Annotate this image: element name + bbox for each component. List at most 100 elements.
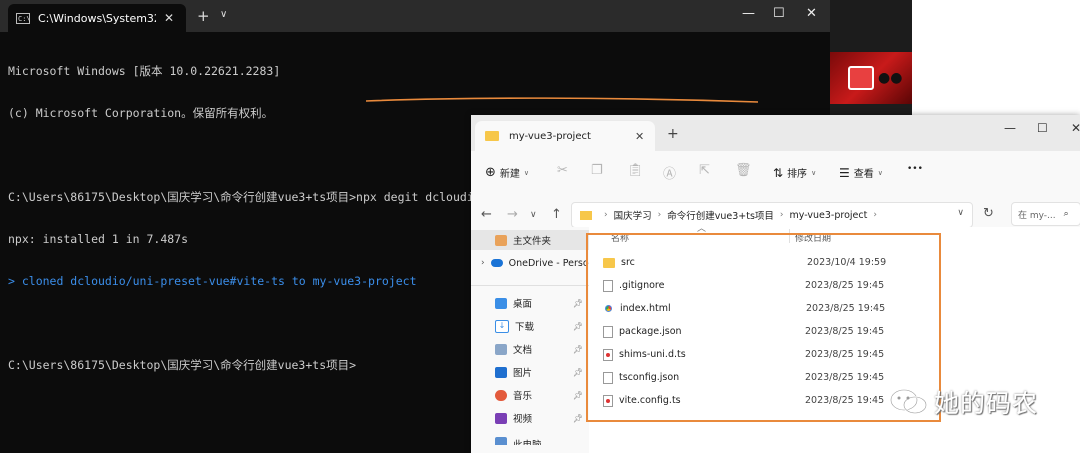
- annotation-underline: [365, 97, 759, 103]
- background-wallpaper: ●●: [830, 52, 912, 104]
- forward-button[interactable]: →: [507, 207, 518, 222]
- sidebar-item-pc[interactable]: 此电脑: [471, 431, 589, 445]
- refresh-button[interactable]: ↻: [983, 206, 994, 221]
- share-icon[interactable]: ⇱: [699, 163, 710, 178]
- watermark-text: 她的码农: [934, 389, 1039, 418]
- pin-icon: 📌︎: [572, 344, 583, 354]
- document-icon: [495, 343, 507, 355]
- sort-icon: ⇅: [773, 165, 784, 180]
- chevron-right-icon: ›: [481, 258, 485, 268]
- sidebar-item-label: 图片: [513, 368, 533, 379]
- watermark: 她的码农: [888, 384, 1038, 420]
- breadcrumb-item[interactable]: 国庆学习: [614, 208, 652, 222]
- close-button[interactable]: ✕: [806, 6, 817, 21]
- paste-icon[interactable]: 📋︎: [627, 163, 644, 178]
- sidebar-item-label: 此电脑: [513, 437, 542, 445]
- more-button[interactable]: •••: [907, 164, 923, 174]
- pictures-icon: [495, 366, 507, 378]
- search-input[interactable]: 在 my-... ⌕: [1011, 202, 1080, 226]
- back-button[interactable]: ←: [481, 207, 492, 222]
- address-bar[interactable]: › 国庆学习 › 命令行创建vue3+ts项目 › my-vue3-projec…: [571, 202, 973, 228]
- navigation-pane: 主文件夹 › OneDrive - Perso 桌面 📌︎ ↓ 下载 📌︎ 文档…: [471, 227, 589, 453]
- sidebar-item-onedrive[interactable]: › OneDrive - Perso: [471, 253, 589, 273]
- sidebar-item-label: 音乐: [513, 391, 533, 402]
- folder-icon: [485, 131, 499, 141]
- close-tab-icon[interactable]: ✕: [164, 11, 174, 25]
- cut-icon[interactable]: ✂: [557, 163, 568, 178]
- chevron-down-icon: ∨: [811, 168, 817, 177]
- view-button[interactable]: ☰ 查看 ∨: [839, 165, 883, 181]
- video-icon: [495, 412, 507, 424]
- terminal-titlebar: C:\ C:\Windows\System32\cmd.e ✕ + ∨ — ☐ …: [0, 0, 830, 32]
- explorer-tab[interactable]: my-vue3-project ✕: [475, 121, 655, 151]
- search-icon: ⌕: [1063, 209, 1069, 219]
- chevron-down-icon[interactable]: ∨: [220, 9, 227, 20]
- plus-circle-icon: ⊕: [485, 165, 496, 180]
- up-button[interactable]: ↑: [551, 207, 562, 222]
- sidebar-item-downloads[interactable]: ↓ 下载 📌︎: [471, 316, 589, 336]
- background-dark: [830, 0, 912, 52]
- sidebar-item-home[interactable]: 主文件夹: [471, 230, 589, 250]
- sidebar-item-desktop[interactable]: 桌面 📌︎: [471, 293, 589, 313]
- sidebar-item-label: 主文件夹: [513, 236, 552, 247]
- folder-icon: [580, 210, 592, 220]
- chevron-right-icon: ›: [604, 210, 608, 220]
- sidebar-item-music[interactable]: 音乐 📌︎: [471, 385, 589, 405]
- new-tab-button[interactable]: +: [197, 7, 210, 25]
- pc-icon: [495, 437, 507, 445]
- view-icon: ☰: [839, 165, 850, 180]
- wechat-icon: [890, 389, 927, 414]
- download-icon: ↓: [495, 319, 509, 333]
- music-icon: [495, 389, 507, 401]
- sidebar-item-label: OneDrive - Perso: [508, 257, 589, 269]
- breadcrumb-item[interactable]: 命令行创建vue3+ts项目: [667, 208, 774, 222]
- mickey-image: ●●: [878, 70, 903, 86]
- maximize-button[interactable]: ☐: [773, 6, 785, 21]
- pin-icon: 📌︎: [572, 321, 583, 331]
- close-button[interactable]: ✕: [1071, 121, 1080, 135]
- copy-icon[interactable]: ❐: [591, 163, 603, 178]
- sidebar-item-label: 文档: [513, 345, 533, 356]
- sidebar-item-label: 视频: [513, 414, 533, 425]
- pin-icon: 📌︎: [572, 390, 583, 400]
- chevron-down-icon: ∨: [877, 168, 883, 177]
- sort-label: 排序: [787, 169, 808, 180]
- sidebar-item-label: 下载: [515, 322, 535, 333]
- sidebar-item-pictures[interactable]: 图片 📌︎: [471, 362, 589, 382]
- cmd-icon: C:\: [16, 12, 31, 24]
- chevron-right-icon: ›: [657, 210, 662, 220]
- sidebar-item-videos[interactable]: 视频 📌︎: [471, 408, 589, 428]
- sidebar-item-documents[interactable]: 文档 📌︎: [471, 339, 589, 359]
- maximize-button[interactable]: ☐: [1037, 121, 1048, 135]
- desktop-icon: [495, 297, 507, 309]
- home-icon: [495, 234, 507, 246]
- sidebar-item-label: 桌面: [513, 299, 533, 310]
- search-placeholder: 在 my-...: [1018, 210, 1056, 221]
- close-tab-icon[interactable]: ✕: [635, 130, 644, 143]
- terminal-tab-title: C:\Windows\System32\cmd.e: [38, 11, 156, 25]
- onedrive-icon: [490, 259, 503, 267]
- pin-icon: 📌︎: [572, 367, 583, 377]
- minimize-button[interactable]: —: [1004, 121, 1016, 135]
- pin-icon: 📌︎: [572, 413, 583, 423]
- chevron-down-icon: ∨: [523, 168, 530, 177]
- pin-icon: 📌︎: [572, 298, 583, 308]
- view-label: 查看: [853, 169, 874, 180]
- new-label: 新建: [499, 169, 520, 180]
- rename-icon[interactable]: Ⓐ: [663, 163, 676, 182]
- explorer-tab-title: my-vue3-project: [509, 130, 591, 142]
- new-button[interactable]: ⊕ 新建 ∨: [485, 165, 529, 180]
- terminal-tab[interactable]: C:\ C:\Windows\System32\cmd.e ✕: [8, 4, 186, 32]
- chevron-right-icon: ›: [779, 210, 784, 220]
- terminal-line: Microsoft Windows [版本 10.0.22621.2283]: [8, 64, 281, 78]
- breadcrumb-item[interactable]: my-vue3-project: [790, 210, 868, 221]
- explorer-toolbar: ⊕ 新建 ∨ ✂ ❐ 📋︎ Ⓐ ⇱ 🗑︎ ⇅ 排序 ∨ ☰ 查看 ∨ •••: [471, 151, 1080, 196]
- minimize-button[interactable]: —: [742, 6, 755, 21]
- new-tab-button[interactable]: +: [667, 126, 679, 142]
- chevron-down-icon[interactable]: ∨: [957, 208, 964, 218]
- delete-icon[interactable]: 🗑︎: [735, 163, 752, 178]
- explorer-tabbar: my-vue3-project ✕ + — ☐ ✕: [471, 115, 1080, 151]
- sort-button[interactable]: ⇅ 排序 ∨: [773, 165, 817, 181]
- recent-chevron-icon[interactable]: ∨: [530, 210, 537, 220]
- divider: [471, 285, 589, 286]
